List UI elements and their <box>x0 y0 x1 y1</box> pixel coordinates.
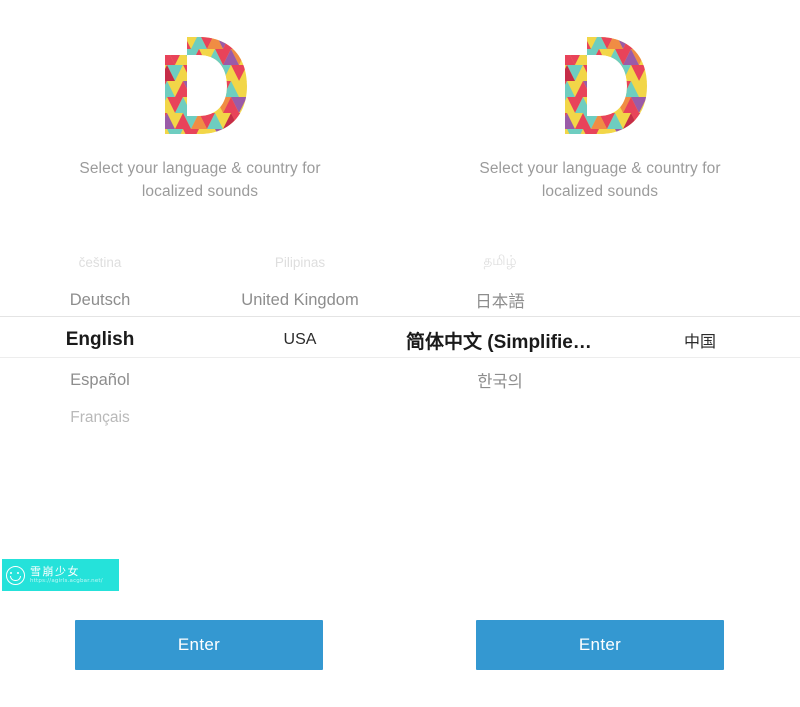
picker-row[interactable]: Deutsch United Kingdom <box>0 281 400 319</box>
picker-language-label[interactable]: Français <box>0 409 200 427</box>
picker-language-label[interactable]: தமிழ் <box>400 253 600 271</box>
letter-d-triangle-mosaic-logo <box>565 36 647 134</box>
screen-left: Select your language & country for local… <box>0 0 400 707</box>
picker-row[interactable]: 日本語 <box>400 281 800 319</box>
enter-button[interactable]: Enter <box>75 620 323 670</box>
picker-row[interactable]: Español <box>0 361 400 399</box>
subtitle-text: Select your language & country for local… <box>479 160 721 200</box>
picker-language-selected[interactable]: 简体中文 (Simplified… <box>400 327 600 354</box>
picker-row[interactable]: čeština Pilipinas <box>0 243 400 281</box>
language-country-picker[interactable]: čeština Pilipinas Deutsch United Kingdom… <box>0 243 400 433</box>
picker-row[interactable]: Français <box>0 399 400 437</box>
picker-row[interactable] <box>400 399 800 437</box>
picker-language-label[interactable]: Español <box>0 371 200 390</box>
app-logo <box>400 28 800 143</box>
watermark-url: https://agirls.acgbar.net/ <box>30 577 103 584</box>
language-country-picker[interactable]: தமிழ் 日本語 简体中文 (Simplified… 中国 한국의 <box>400 243 800 433</box>
picker-row-selected[interactable]: 简体中文 (Simplified… 中国 <box>400 319 800 361</box>
screen-right: Select your language & country for local… <box>400 0 800 707</box>
dual-screenshot-container: Select your language & country for local… <box>0 0 800 707</box>
picker-row[interactable]: தமிழ் <box>400 243 800 281</box>
subtitle-text: Select your language & country for local… <box>79 160 321 200</box>
smiley-face-icon <box>6 565 25 585</box>
picker-country-label[interactable]: United Kingdom <box>200 291 400 310</box>
picker-language-label[interactable]: 한국의 <box>400 368 600 392</box>
picker-language-label[interactable]: 日本語 <box>400 288 600 312</box>
picker-row-selected[interactable]: English USA <box>0 319 400 361</box>
watermark-text: 雪崩少女 https://agirls.acgbar.net/ <box>30 566 103 585</box>
picker-row[interactable] <box>0 437 400 475</box>
picker-row[interactable]: 한국의 <box>400 361 800 399</box>
watermark-title: 雪崩少女 <box>30 564 80 578</box>
picker-row[interactable] <box>400 437 800 475</box>
picker-country-selected[interactable]: USA <box>200 331 400 349</box>
picker-language-label[interactable]: čeština <box>0 255 200 270</box>
enter-button[interactable]: Enter <box>476 620 724 670</box>
letter-d-triangle-mosaic-logo <box>165 36 247 134</box>
app-logo <box>0 28 400 143</box>
picker-language-selected[interactable]: English <box>0 329 200 351</box>
picker-country-label[interactable]: Pilipinas <box>200 255 400 270</box>
watermark-banner: 雪崩少女 https://agirls.acgbar.net/ <box>2 559 119 591</box>
picker-language-label[interactable]: Deutsch <box>0 291 200 310</box>
picker-country-selected[interactable]: 中国 <box>600 328 800 352</box>
